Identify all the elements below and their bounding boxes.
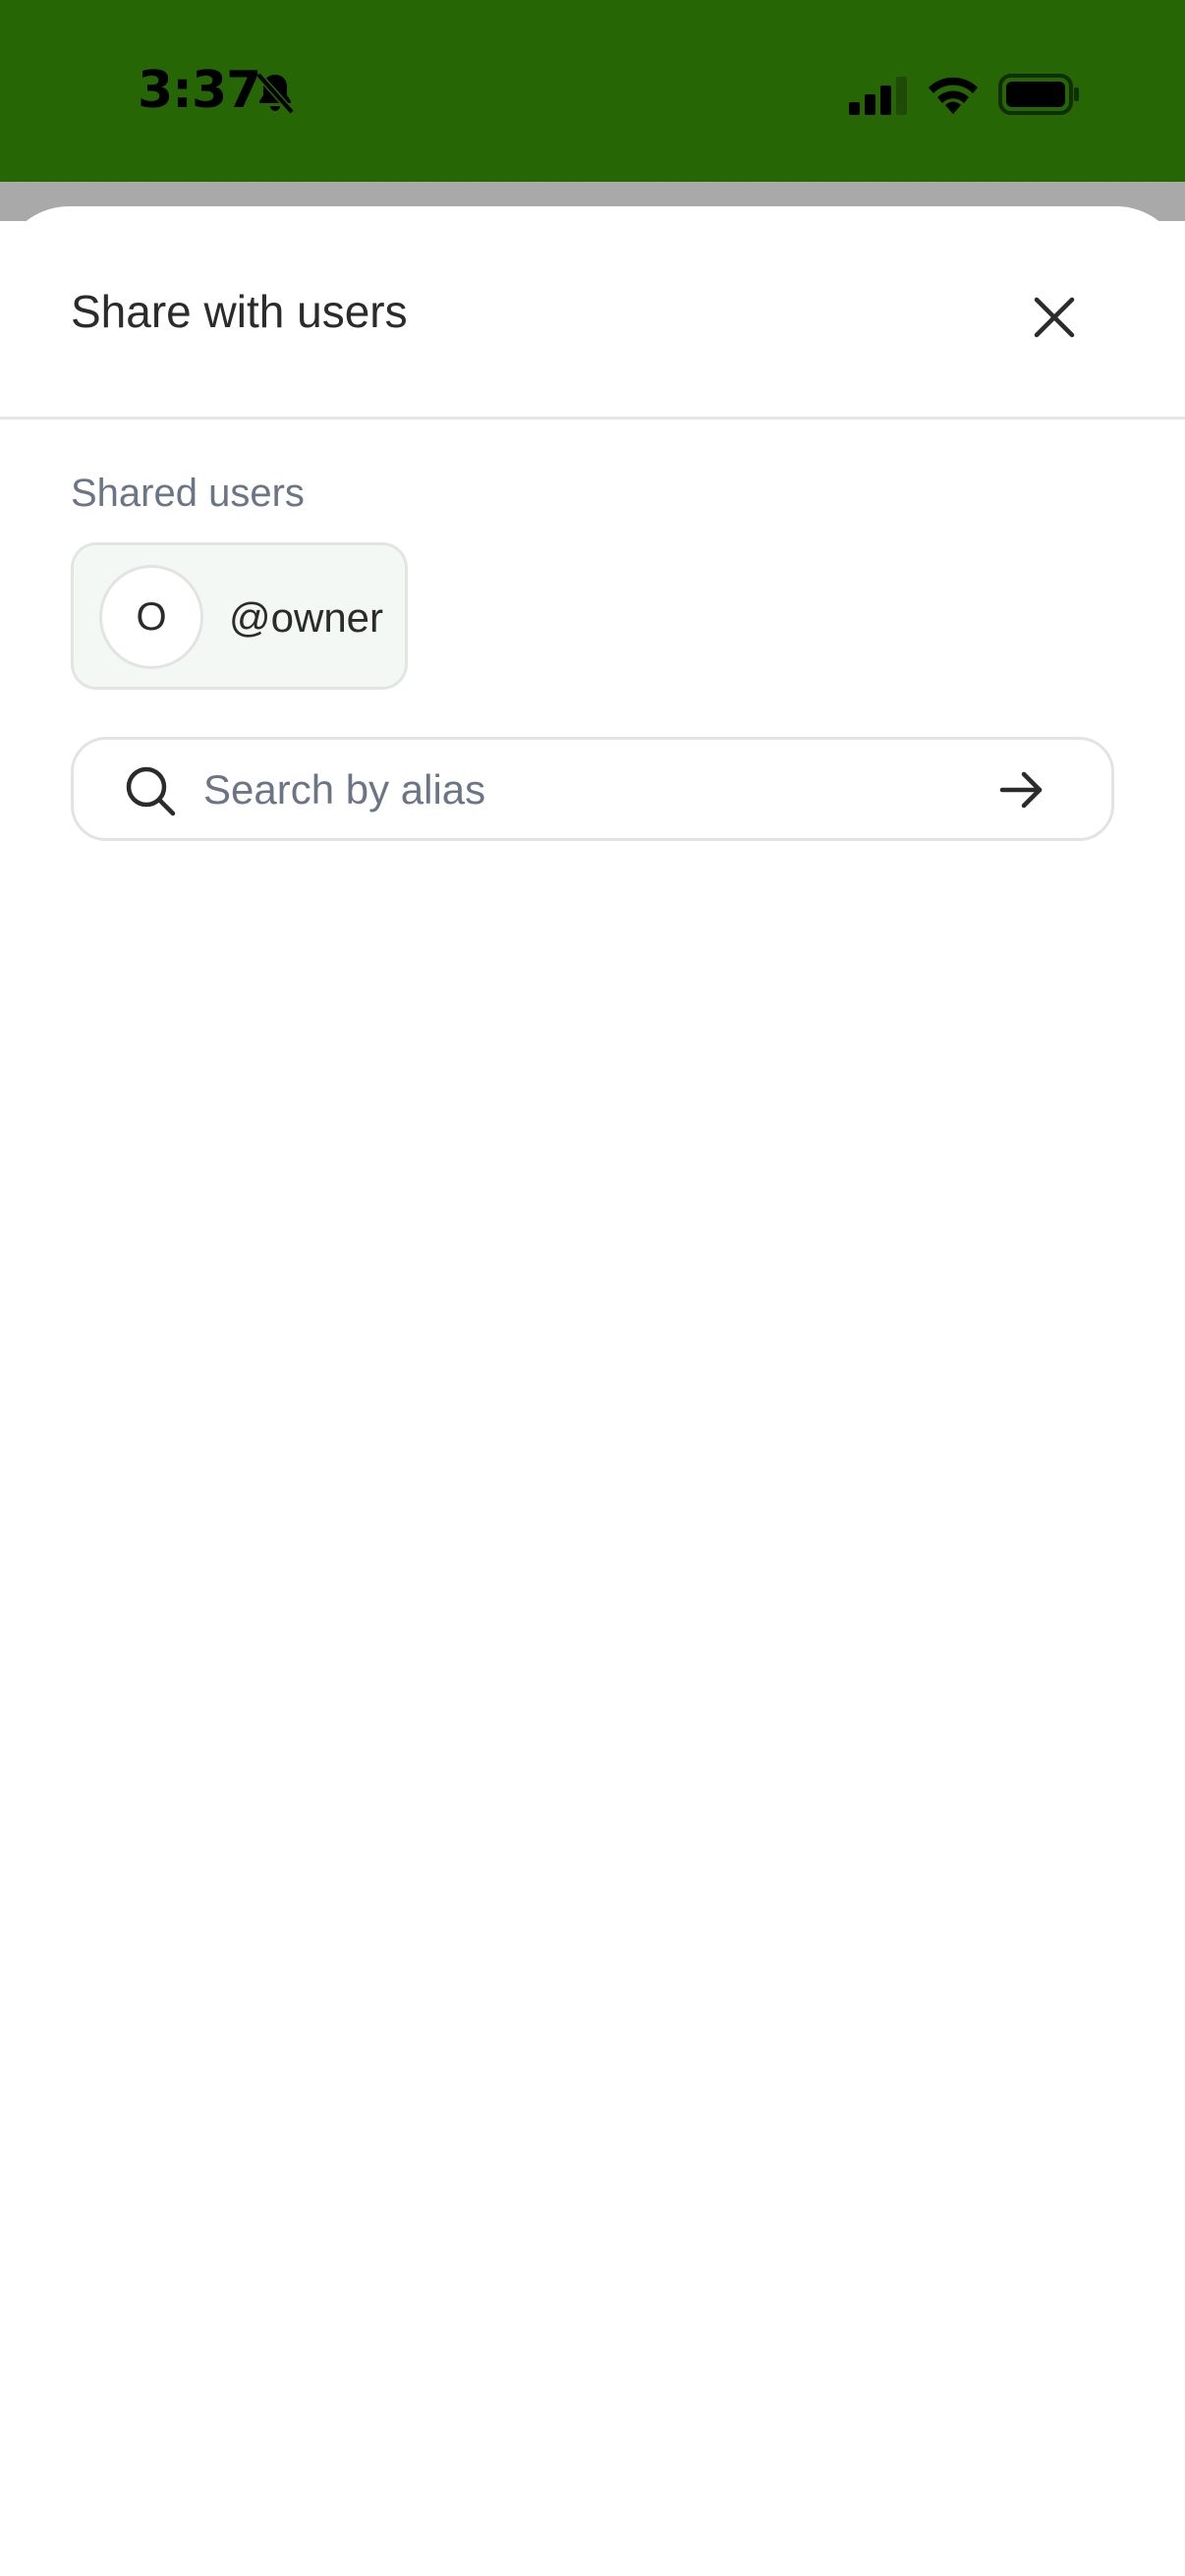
wifi-icon [929,77,978,114]
search-box[interactable] [71,737,1114,841]
status-bar: 3:37 [0,0,1185,182]
shared-user-chip[interactable]: O @owner [71,542,408,690]
close-button[interactable] [1022,285,1087,350]
cellular-signal-icon [849,77,907,115]
arrow-right-icon [999,771,1043,809]
status-time: 3:37 [138,61,261,120]
search-submit-button[interactable] [988,757,1056,822]
avatar: O [99,565,203,669]
search-icon [126,766,176,816]
close-icon [1034,297,1075,338]
user-alias: @owner [229,594,384,641]
bell-slash-icon [255,72,295,115]
battery-icon [998,74,1079,115]
share-sheet: Share with users Shared users O @owner [0,206,1185,2576]
sheet-title: Share with users [71,286,408,337]
shared-users-label: Shared users [71,472,305,515]
search-input[interactable] [203,757,989,822]
sheet-header: Share with users [0,206,1185,420]
